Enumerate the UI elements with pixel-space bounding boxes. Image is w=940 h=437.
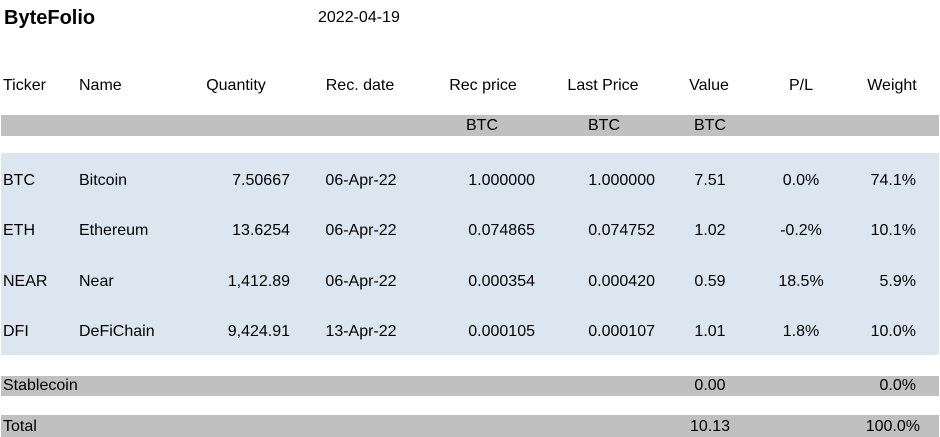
cell-value: 1.01 bbox=[694, 323, 726, 340]
cell-pl: -0.2% bbox=[780, 222, 822, 239]
total-label: Total bbox=[3, 418, 37, 435]
units-band: BTC BTC BTC bbox=[1, 115, 939, 136]
cell-last-price: 0.074752 bbox=[588, 222, 655, 239]
cell-value: 0.59 bbox=[694, 273, 726, 290]
stablecoin-row: Stablecoin 0.00 0.0% bbox=[1, 376, 939, 396]
header-pl: P/L bbox=[788, 77, 813, 94]
total-row: Total 10.13 100.0% bbox=[1, 415, 939, 437]
table-row: NEAR Near 1,412.89 06-Apr-22 0.000354 0.… bbox=[0, 274, 940, 294]
header-quantity: Quantity bbox=[206, 77, 266, 94]
cell-pl: 1.8% bbox=[782, 323, 820, 340]
cell-ticker: DFI bbox=[3, 323, 29, 340]
header-weight: Weight bbox=[867, 77, 917, 94]
cell-name: Near bbox=[79, 273, 114, 290]
cell-quantity: 9,424.91 bbox=[227, 323, 290, 340]
unit-rec-price: BTC bbox=[466, 117, 498, 134]
cell-last-price: 0.000107 bbox=[588, 323, 655, 340]
cell-quantity: 7.50667 bbox=[232, 172, 290, 189]
unit-last-price: BTC bbox=[588, 117, 620, 134]
cell-last-price: 1.000000 bbox=[588, 172, 655, 189]
cell-rec-price: 0.000354 bbox=[468, 273, 535, 290]
header-last-price: Last Price bbox=[567, 77, 639, 94]
cell-quantity: 13.6254 bbox=[232, 222, 290, 239]
unit-value: BTC bbox=[694, 117, 726, 134]
cell-name: Bitcoin bbox=[79, 172, 128, 189]
app-title: ByteFolio bbox=[4, 7, 96, 29]
cell-ticker: BTC bbox=[3, 172, 35, 189]
stablecoin-label: Stablecoin bbox=[3, 377, 78, 394]
table-row: BTC Bitcoin 7.50667 06-Apr-22 1.000000 1… bbox=[0, 173, 940, 193]
cell-rec-date: 06-Apr-22 bbox=[325, 273, 397, 290]
header-name: Name bbox=[79, 77, 122, 94]
cell-pl: 0.0% bbox=[782, 172, 820, 189]
cell-value: 7.51 bbox=[694, 172, 726, 189]
cell-pl: 18.5% bbox=[778, 273, 824, 290]
cell-weight: 74.1% bbox=[870, 172, 916, 189]
cell-name: Ethereum bbox=[79, 222, 149, 239]
cell-rec-price: 0.074865 bbox=[468, 222, 535, 239]
report-date: 2022-04-19 bbox=[318, 9, 400, 26]
table-header-row: Ticker Name Quantity Rec. date Rec price… bbox=[0, 78, 940, 98]
cell-ticker: ETH bbox=[3, 222, 35, 239]
cell-weight: 10.0% bbox=[870, 323, 916, 340]
stablecoin-weight: 0.0% bbox=[879, 377, 916, 394]
cell-ticker: NEAR bbox=[3, 273, 48, 290]
cell-last-price: 0.000420 bbox=[588, 273, 655, 290]
cell-quantity: 1,412.89 bbox=[227, 273, 290, 290]
cell-name: DeFiChain bbox=[79, 323, 155, 340]
cell-rec-date: 06-Apr-22 bbox=[325, 172, 397, 189]
header-rec-price: Rec price bbox=[449, 77, 517, 94]
stablecoin-value: 0.00 bbox=[694, 377, 726, 394]
cell-rec-date: 13-Apr-22 bbox=[325, 323, 397, 340]
table-row: DFI DeFiChain 9,424.91 13-Apr-22 0.00010… bbox=[0, 324, 940, 344]
cell-value: 1.02 bbox=[694, 222, 726, 239]
header-rec-date: Rec. date bbox=[325, 77, 395, 94]
cell-weight: 5.9% bbox=[879, 273, 916, 290]
cell-rec-price: 1.000000 bbox=[468, 172, 535, 189]
cell-rec-date: 06-Apr-22 bbox=[325, 222, 397, 239]
cell-rec-price: 0.000105 bbox=[468, 323, 535, 340]
header-value: Value bbox=[689, 77, 729, 94]
cell-weight: 10.1% bbox=[870, 222, 916, 239]
table-row: ETH Ethereum 13.6254 06-Apr-22 0.074865 … bbox=[0, 223, 940, 243]
total-weight: 100.0% bbox=[865, 418, 920, 435]
header-ticker: Ticker bbox=[3, 77, 46, 94]
total-value: 10.13 bbox=[689, 418, 731, 435]
